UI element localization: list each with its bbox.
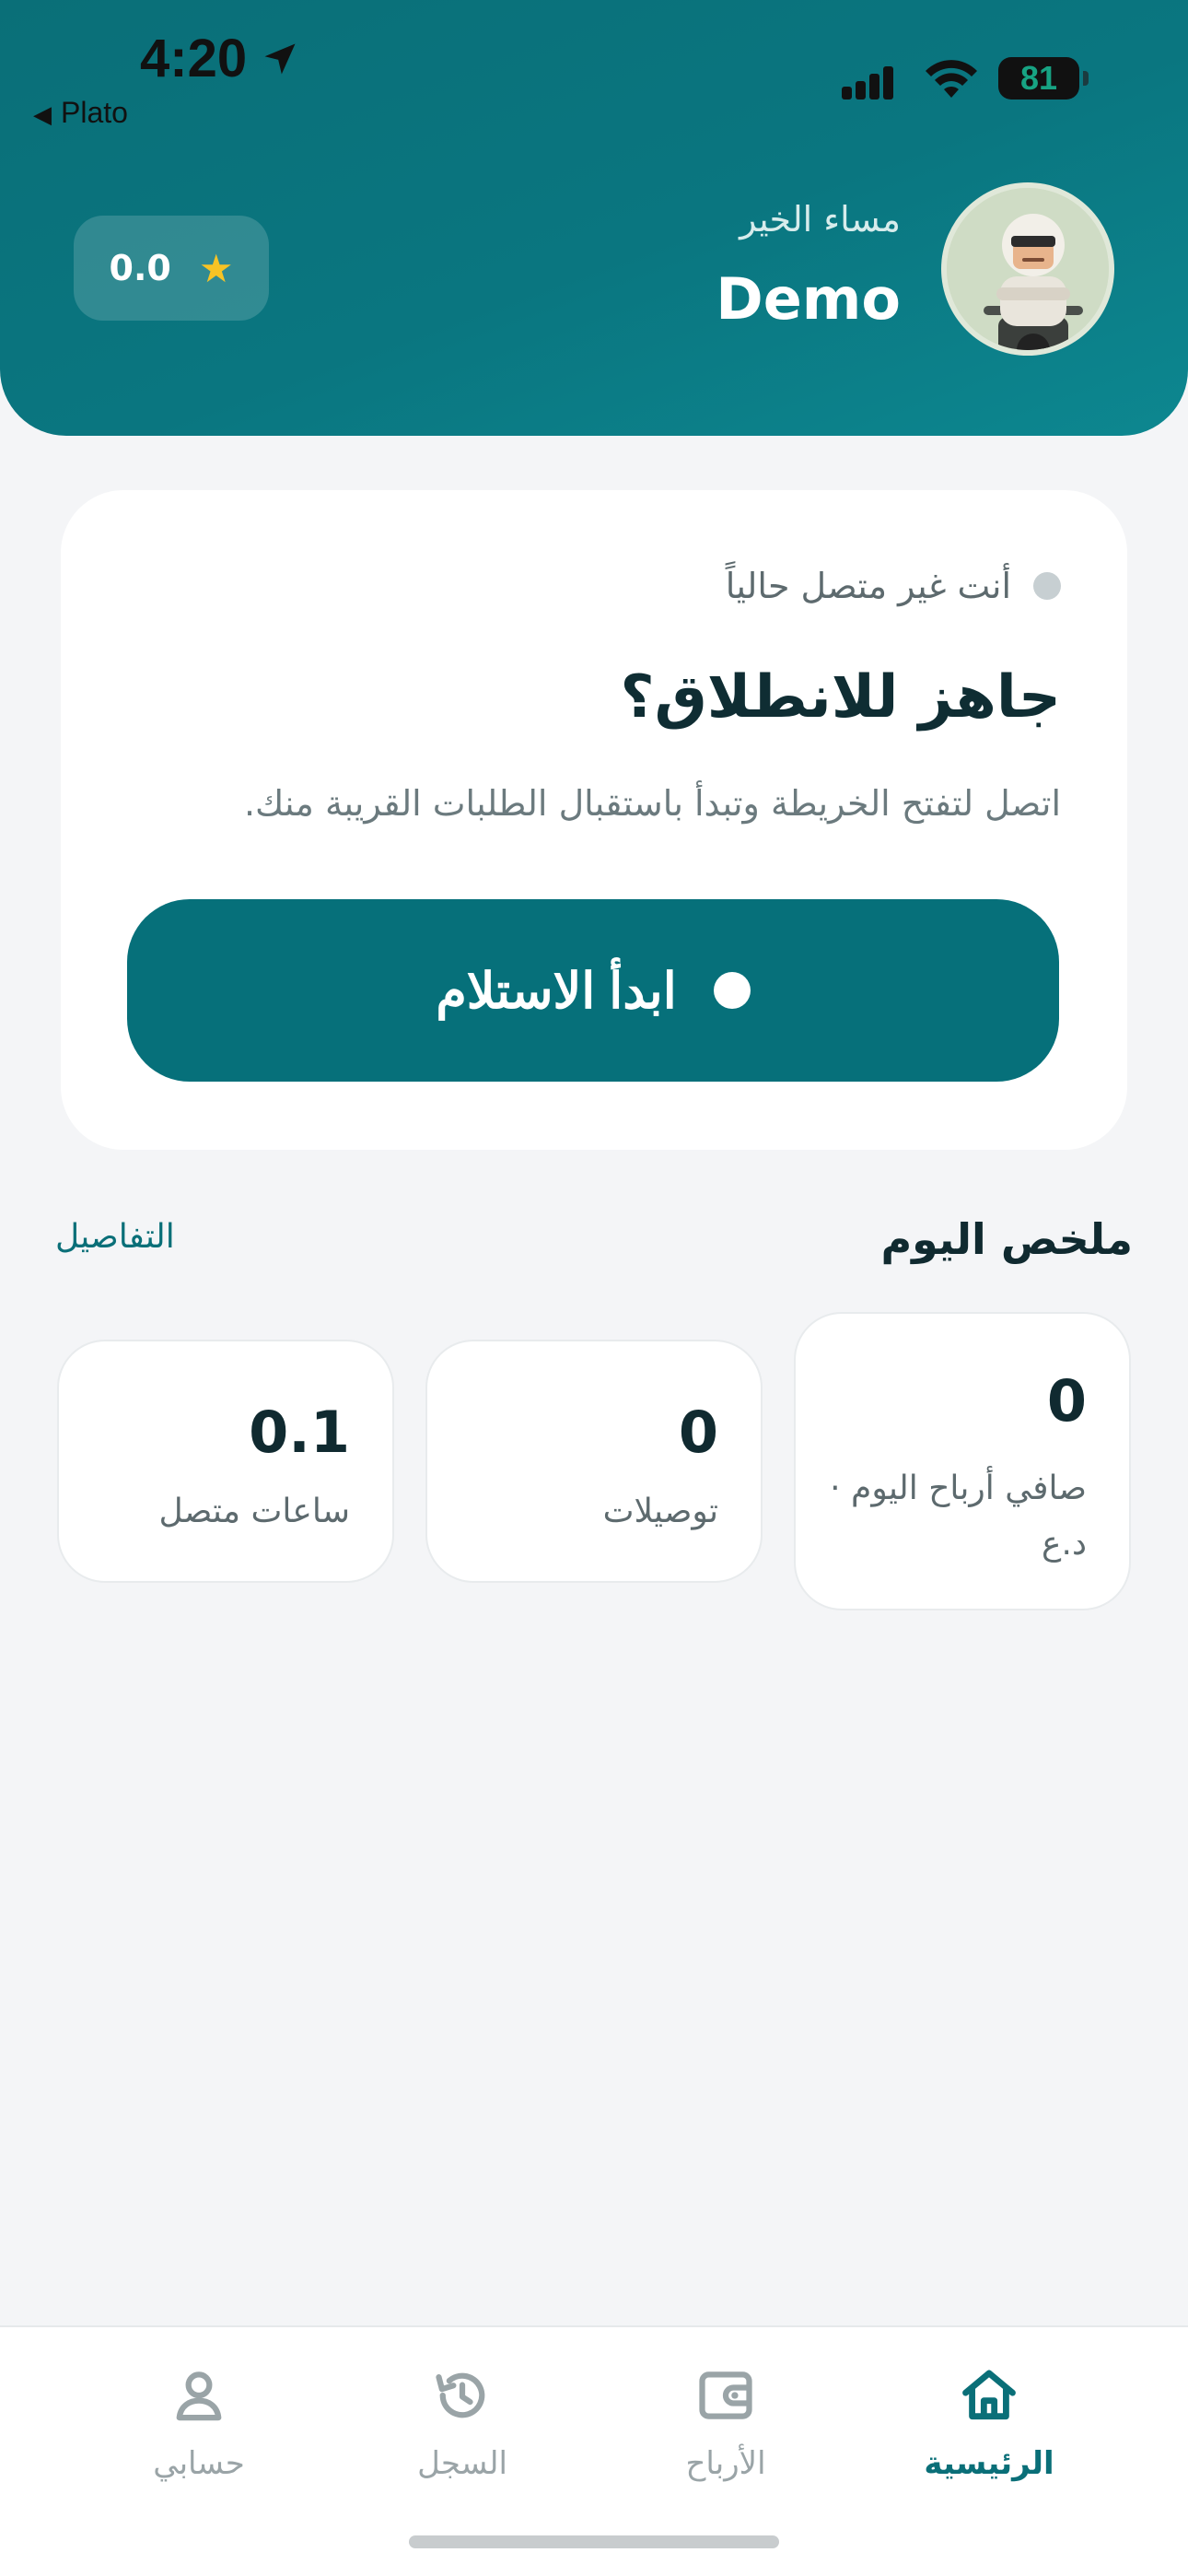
- wifi-icon: [926, 60, 977, 98]
- nav-item-home[interactable]: الرئيسية: [879, 2364, 1100, 2512]
- home-indicator: [409, 2535, 779, 2548]
- back-to-app-link[interactable]: ◀ Plato: [33, 96, 128, 130]
- offline-status: أنت غير متصل حالياً: [726, 566, 1061, 606]
- stat-label: ساعات متصل: [158, 1493, 350, 1530]
- nav-item-history[interactable]: السجل: [352, 2364, 573, 2512]
- user-name: Demo: [716, 265, 901, 333]
- nav-label-history: السجل: [417, 2445, 507, 2482]
- nav-item-account[interactable]: حسابي: [88, 2364, 309, 2512]
- stat-card-online-hours[interactable]: 0.1 ساعات متصل: [57, 1340, 394, 1583]
- ready-title: جاهز للانطلاق؟: [620, 663, 1061, 732]
- details-link[interactable]: التفاصيل: [55, 1218, 175, 1256]
- nav-label-earnings: الأرباح: [685, 2445, 766, 2482]
- cellular-signal-icon: [842, 66, 893, 100]
- nav-item-earnings[interactable]: الأرباح: [615, 2364, 836, 2512]
- star-icon: ★: [198, 245, 234, 291]
- header: 4:20 ◀ Plato 81 0.0 ★ مساء الخير Demo: [0, 0, 1188, 436]
- stat-label: توصيلات: [602, 1493, 718, 1530]
- start-receiving-label: ابدأ الاستلام: [436, 963, 677, 1019]
- online-dot-icon: [713, 972, 751, 1009]
- rating-value: 0.0: [109, 248, 171, 288]
- offline-status-text: أنت غير متصل حالياً: [725, 566, 1011, 606]
- nav-label-account: حسابي: [153, 2445, 245, 2482]
- start-receiving-button[interactable]: ابدأ الاستلام: [127, 899, 1059, 1082]
- history-icon: [436, 2372, 485, 2418]
- location-arrow-icon: [264, 43, 296, 75]
- user-icon: [176, 2371, 222, 2421]
- summary-title: ملخص اليوم: [880, 1214, 1133, 1264]
- greeting-text: مساء الخير: [740, 199, 901, 240]
- stat-value: 0: [678, 1399, 718, 1466]
- nav-label-home: الرئيسية: [924, 2445, 1054, 2482]
- stat-value: 0: [1046, 1367, 1087, 1434]
- status-time: 4:20: [140, 29, 248, 88]
- back-triangle-icon: ◀: [33, 100, 52, 128]
- battery-indicator: 81: [998, 57, 1089, 100]
- avatar[interactable]: [941, 182, 1114, 356]
- rating-badge[interactable]: 0.0 ★: [74, 216, 269, 321]
- home-icon: [962, 2370, 1016, 2420]
- stat-card-deliveries[interactable]: 0 توصيلات: [425, 1340, 763, 1583]
- status-card: أنت غير متصل حالياً جاهز للانطلاق؟ اتصل …: [61, 490, 1127, 1150]
- stat-label: صافي أرباح اليوم · د.ع: [830, 1469, 1087, 1563]
- offline-dot-icon: [1033, 572, 1061, 600]
- back-app-label: Plato: [61, 96, 128, 129]
- stat-value: 0.1: [249, 1399, 350, 1466]
- ready-subtitle: اتصل لتفتح الخريطة وتبدأ باستقبال الطلبا…: [243, 783, 1061, 824]
- rider-avatar-icon: [947, 188, 1109, 350]
- wallet-icon: [699, 2371, 752, 2419]
- stat-card-net-earnings[interactable]: 0 صافي أرباح اليوم · د.ع: [794, 1312, 1131, 1610]
- battery-level: 81: [1019, 59, 1058, 97]
